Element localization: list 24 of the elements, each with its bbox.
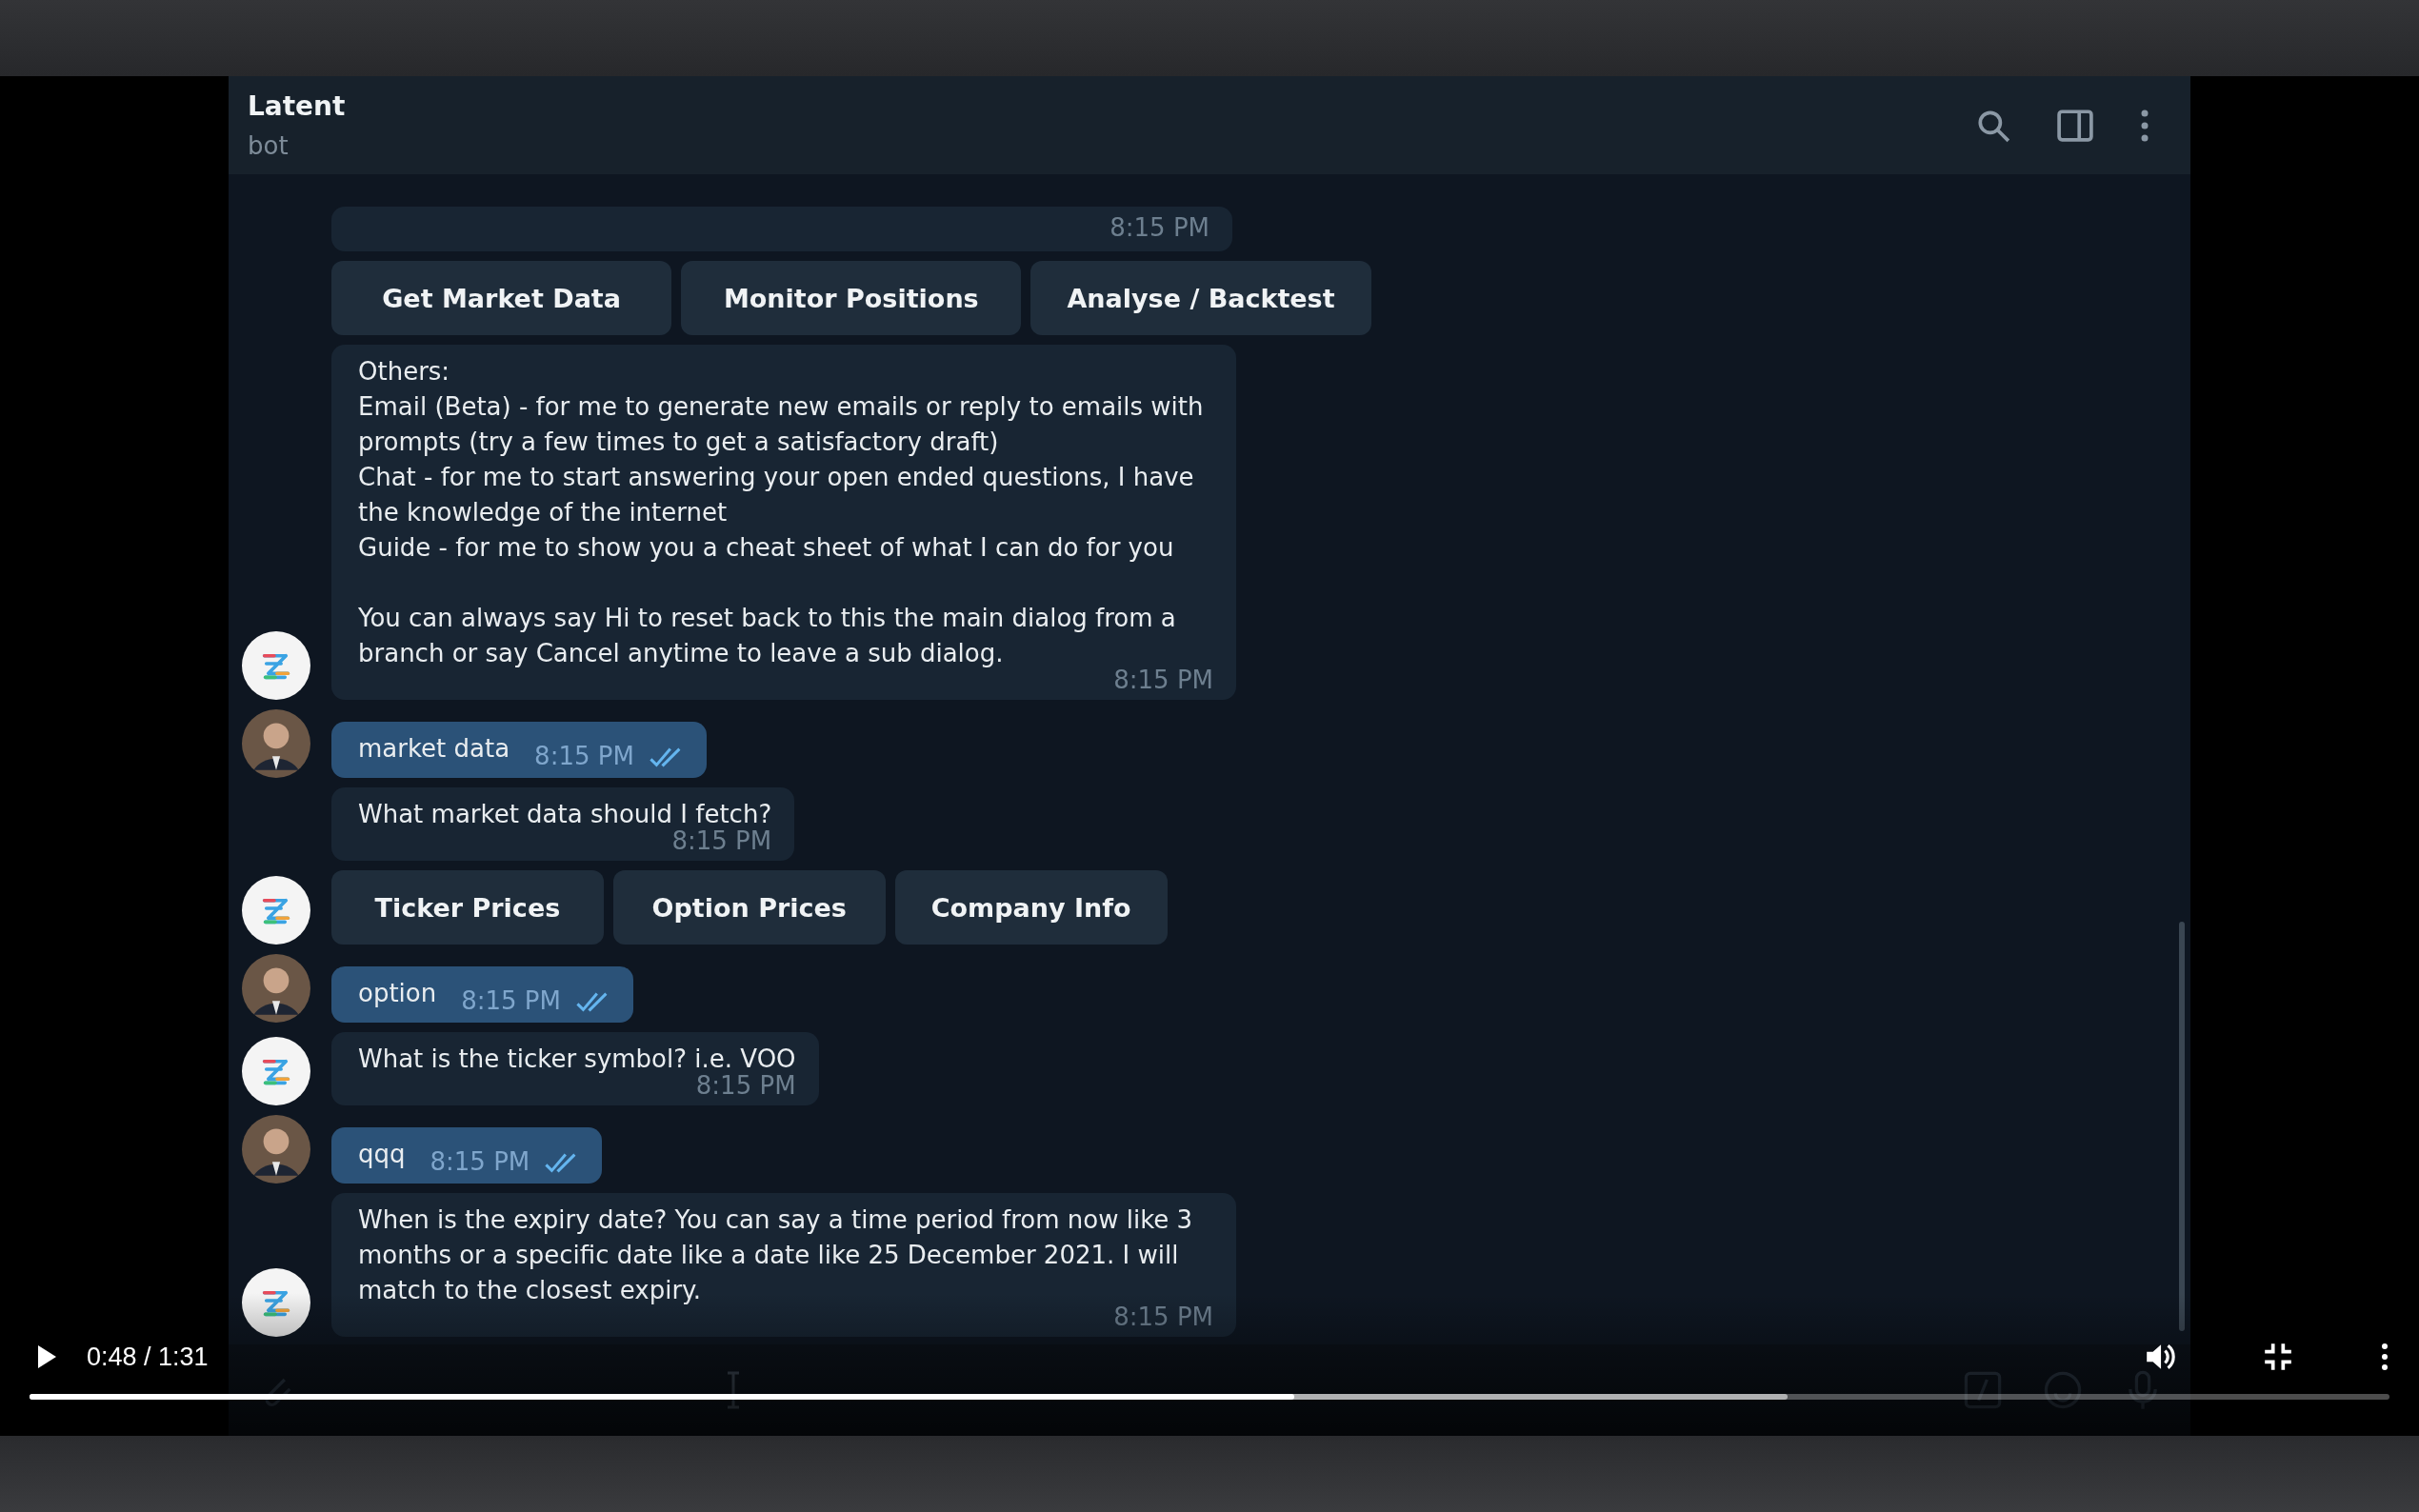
message-time: 8:15 PM [461,985,561,1017]
chat-subtitle: bot [248,131,289,160]
video-time: 0:48 / 1:31 [87,1342,209,1372]
more-icon[interactable] [2380,1341,2389,1373]
command-icon[interactable] [1962,1369,2004,1411]
keyboard-button[interactable]: Monitor Positions [681,261,1022,335]
chat-title: Latent [248,90,346,122]
message-text: option [358,979,437,1007]
text-cursor-icon [726,1371,741,1409]
keyboard-button[interactable]: Analyse / Backtest [1030,261,1371,335]
keyboard-button[interactable]: Company Info [894,870,1168,945]
message-text: market data [358,734,510,763]
emoji-icon[interactable] [2042,1369,2084,1411]
play-icon[interactable] [35,1343,58,1370]
message-text: qqq [358,1140,406,1168]
sidebar-icon[interactable] [2057,107,2093,144]
keyboard-button[interactable]: Get Market Data [331,261,672,335]
keyboard-button[interactable]: Ticker Prices [331,870,604,945]
keyboard-button[interactable]: Option Prices [612,870,886,945]
exit-fullscreen-icon[interactable] [2262,1341,2294,1373]
progress-bar[interactable] [30,1394,2389,1400]
message-time: 8:15 PM [1110,212,1210,244]
message-time: 8:15 PM [534,741,634,772]
message-time: 8:15 PM [430,1146,530,1178]
